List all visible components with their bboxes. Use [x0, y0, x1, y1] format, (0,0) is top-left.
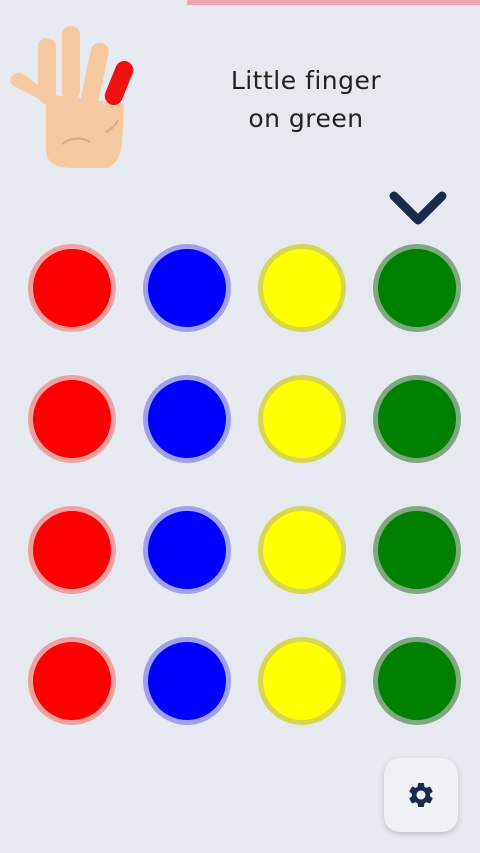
color-dot-grid [0, 0, 480, 853]
dot-green-row2[interactable] [373, 375, 461, 463]
dot-red-row2[interactable] [28, 375, 116, 463]
dot-blue-row4[interactable] [143, 637, 231, 725]
dot-red-row4[interactable] [28, 637, 116, 725]
dot-blue-row2[interactable] [143, 375, 231, 463]
dot-blue-row3[interactable] [143, 506, 231, 594]
gear-icon [409, 783, 433, 807]
dot-green-row1[interactable] [373, 244, 461, 332]
dot-red-row1[interactable] [28, 244, 116, 332]
dot-yellow-row1[interactable] [258, 244, 346, 332]
settings-button[interactable] [384, 758, 458, 832]
dot-yellow-row2[interactable] [258, 375, 346, 463]
dot-yellow-row4[interactable] [258, 637, 346, 725]
dot-blue-row1[interactable] [143, 244, 231, 332]
dot-red-row3[interactable] [28, 506, 116, 594]
dot-green-row4[interactable] [373, 637, 461, 725]
dot-yellow-row3[interactable] [258, 506, 346, 594]
dot-green-row3[interactable] [373, 506, 461, 594]
